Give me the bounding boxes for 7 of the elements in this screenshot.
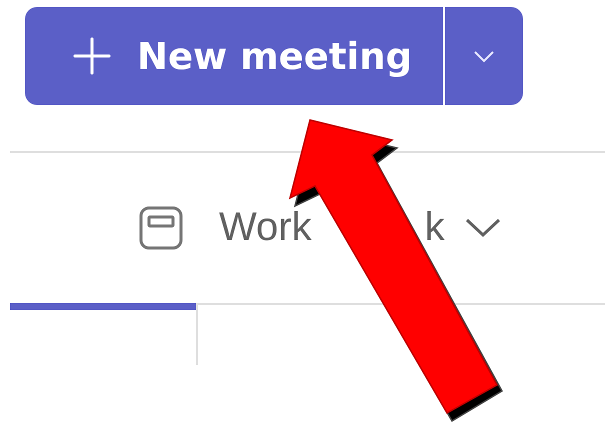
calendar-view-icon <box>139 206 183 250</box>
chevron-down-icon <box>473 50 495 62</box>
dropdown-button[interactable] <box>445 7 523 105</box>
new-meeting-button[interactable]: New meeting <box>25 7 445 105</box>
view-picker[interactable]: Work k <box>139 205 501 250</box>
plus-icon <box>73 37 111 75</box>
chevron-down-icon <box>464 218 501 238</box>
